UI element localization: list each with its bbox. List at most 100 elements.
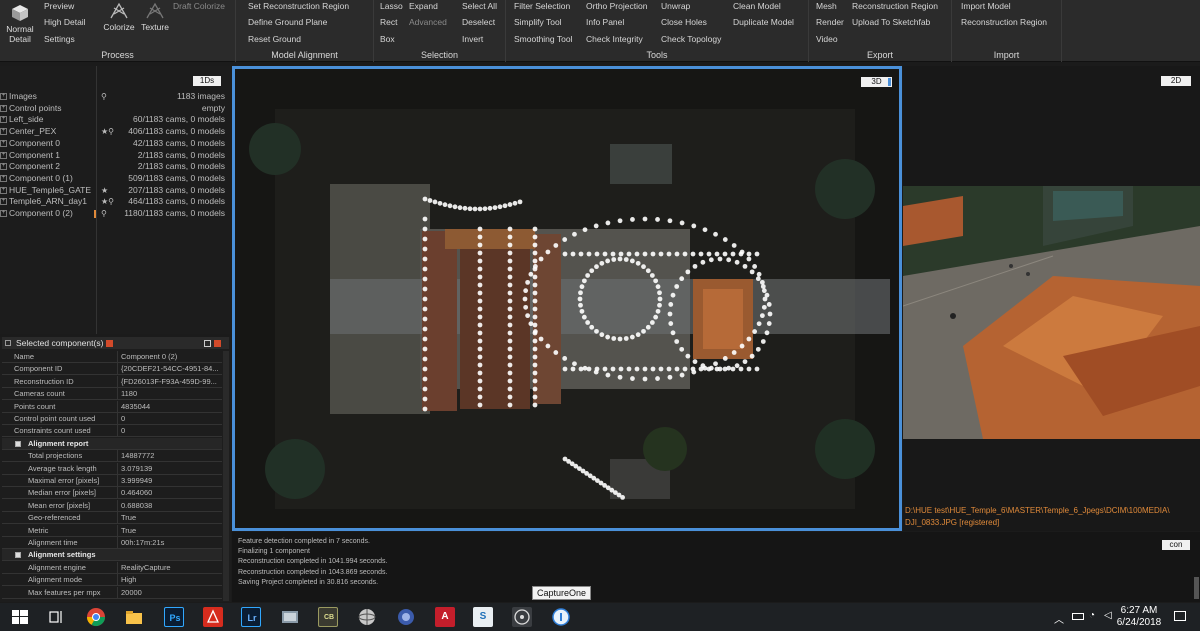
expand-icon[interactable]: + xyxy=(0,198,7,206)
photoshop-icon[interactable]: Ps xyxy=(164,607,184,627)
taskbar-tooltip: CaptureOne xyxy=(532,586,592,600)
tab-console[interactable]: con xyxy=(1162,540,1190,550)
normal-detail-button[interactable]: Normal Detail xyxy=(3,4,37,44)
preview-button[interactable]: Preview xyxy=(44,1,74,11)
duplicate-model-button[interactable]: Duplicate Model xyxy=(733,17,794,27)
tree-item[interactable]: + Temple6_ARN_day1 ★⚲ 464/1183 cams, 0 mode… xyxy=(0,196,231,207)
camera-marker xyxy=(422,196,428,202)
tree-item[interactable]: + Center_PEX ★⚲ 406/1183 cams, 0 models xyxy=(0,126,231,137)
expand-icon[interactable]: + xyxy=(0,163,7,171)
section-collapse-icon[interactable] xyxy=(15,440,21,447)
tree-item[interactable]: + Images ⚲ 1183 images xyxy=(0,91,231,102)
render-button[interactable]: Render xyxy=(816,17,844,27)
tray-chevron-icon[interactable]: ︿ xyxy=(1054,611,1064,626)
section-collapse-icon[interactable] xyxy=(15,552,21,559)
expand-icon[interactable]: + xyxy=(0,151,7,159)
expand-icon[interactable]: + xyxy=(0,174,7,182)
set-reconstruction-region-button[interactable]: Set Reconstruction Region xyxy=(248,1,349,11)
draft-colorize-button[interactable]: Draft Colorize xyxy=(173,1,225,11)
import-model-button[interactable]: Import Model xyxy=(961,1,1011,11)
panel-float-icon[interactable] xyxy=(204,340,211,347)
acrobat-icon[interactable] xyxy=(203,607,223,627)
expand-icon[interactable]: + xyxy=(0,93,7,100)
collapse-icon[interactable] xyxy=(5,340,11,346)
unwrap-button[interactable]: Unwrap xyxy=(661,1,690,11)
battery-icon[interactable] xyxy=(1072,613,1084,620)
camera-marker xyxy=(586,366,592,372)
check-topology-button[interactable]: Check Topology xyxy=(661,34,721,44)
props-scrollbar[interactable] xyxy=(223,351,229,601)
tree-item[interactable]: + Component 0 (2) ⚲ 1180/1183 cams, 0 model… xyxy=(0,208,231,219)
rect-button[interactable]: Rect xyxy=(380,17,397,27)
expand-icon[interactable]: + xyxy=(0,210,7,217)
expand-icon[interactable]: + xyxy=(0,139,7,147)
clean-model-button[interactable]: Clean Model xyxy=(733,1,781,11)
tree-item[interactable]: + Component 0 (1) 509/1183 cams, 0 models xyxy=(0,173,231,184)
chrome-icon[interactable] xyxy=(86,607,106,627)
deselect-button[interactable]: Deselect xyxy=(462,17,495,27)
texture-button[interactable]: Texture xyxy=(137,2,173,32)
windows-start-icon[interactable] xyxy=(10,607,30,627)
upload-sketchfab-button[interactable]: Upload To Sketchfab xyxy=(852,17,930,27)
info-panel-button[interactable]: Info Panel xyxy=(586,17,624,27)
filter-selection-button[interactable]: Filter Selection xyxy=(514,1,570,11)
tab-2d[interactable]: 2D xyxy=(1161,76,1191,86)
expand-icon[interactable]: + xyxy=(0,104,7,112)
panel-close-icon[interactable] xyxy=(106,340,113,347)
expand-icon[interactable]: + xyxy=(0,116,7,124)
mesh-button[interactable]: Mesh xyxy=(816,1,837,11)
sketchup-icon[interactable]: S xyxy=(473,607,493,627)
autocad-icon[interactable]: A xyxy=(435,607,455,627)
file-explorer-icon[interactable] xyxy=(124,607,144,627)
property-section[interactable]: Alignment settings xyxy=(2,549,222,562)
settings-button[interactable]: Settings xyxy=(44,34,75,44)
2d-view[interactable]: 2D D:\HUE test\HUE_Temple_6\MASTER\Templ… xyxy=(903,66,1200,531)
panel-close-right-icon[interactable] xyxy=(214,340,221,347)
lasso-button[interactable]: Lasso xyxy=(380,1,403,11)
property-section[interactable]: Alignment report xyxy=(2,437,222,450)
colorize-button[interactable]: Colorize xyxy=(101,2,137,32)
tree-item[interactable]: + HUE_Temple6_GATE ★ 207/1183 cams, 0 model… xyxy=(0,185,231,196)
camera-marker xyxy=(634,366,640,372)
volume-icon[interactable]: ◁ xyxy=(1104,610,1112,621)
ortho-projection-button[interactable]: Ortho Projection xyxy=(586,1,647,11)
clock-date[interactable]: 6/24/2018 xyxy=(1116,617,1162,628)
select-all-button[interactable]: Select All xyxy=(462,1,497,11)
tree-item[interactable]: + Left_side 60/1183 cams, 0 models xyxy=(0,114,231,125)
reset-ground-button[interactable]: Reset Ground xyxy=(248,34,301,44)
expand-icon[interactable]: + xyxy=(0,186,7,194)
expand-button[interactable]: Expand xyxy=(409,1,438,11)
close-holes-button[interactable]: Close Holes xyxy=(661,17,707,27)
expand-icon[interactable]: + xyxy=(0,128,7,136)
globe-app-icon[interactable] xyxy=(357,607,377,627)
tree-item[interactable]: + Component 2 2/1183 cams, 0 models xyxy=(0,161,231,172)
video-button[interactable]: Video xyxy=(816,34,838,44)
import-reconstruction-region-button[interactable]: Reconstruction Region xyxy=(961,17,1047,27)
notification-icon[interactable] xyxy=(1174,611,1186,621)
lightroom-icon[interactable]: Lr xyxy=(241,607,261,627)
terminal-icon[interactable]: CB xyxy=(318,607,338,627)
export-reconstruction-region-button[interactable]: Reconstruction Region xyxy=(852,1,938,11)
define-ground-plane-button[interactable]: Define Ground Plane xyxy=(248,17,327,27)
captureone-icon[interactable] xyxy=(512,607,532,627)
clock-time[interactable]: 6:27 AM xyxy=(1116,605,1162,616)
smoothing-tool-button[interactable]: Smoothing Tool xyxy=(514,34,572,44)
box-button[interactable]: Box xyxy=(380,34,395,44)
tree-item[interactable]: + Component 1 2/1183 cams, 0 models xyxy=(0,150,231,161)
tab-3d[interactable]: 3D xyxy=(861,77,892,87)
simplify-tool-button[interactable]: Simplify Tool xyxy=(514,17,562,27)
high-detail-button[interactable]: High Detail xyxy=(44,17,86,27)
tab-1ds[interactable]: 1Ds xyxy=(193,76,221,86)
task-view-icon[interactable] xyxy=(46,607,66,627)
check-integrity-button[interactable]: Check Integrity xyxy=(586,34,643,44)
console-scrollbar[interactable] xyxy=(1194,577,1199,599)
3d-view[interactable]: 3D xyxy=(232,66,902,531)
sphere-app-icon[interactable] xyxy=(396,607,416,627)
tree-item[interactable]: + Control points empty xyxy=(0,103,231,114)
advanced-button[interactable]: Advanced xyxy=(409,17,447,27)
app-window-icon[interactable] xyxy=(280,607,300,627)
invert-button[interactable]: Invert xyxy=(462,34,483,44)
wifi-icon[interactable]: ◔ xyxy=(1089,610,1095,621)
realitycapture-icon[interactable] xyxy=(551,607,571,627)
tree-item[interactable]: + Component 0 42/1183 cams, 0 models xyxy=(0,138,231,149)
